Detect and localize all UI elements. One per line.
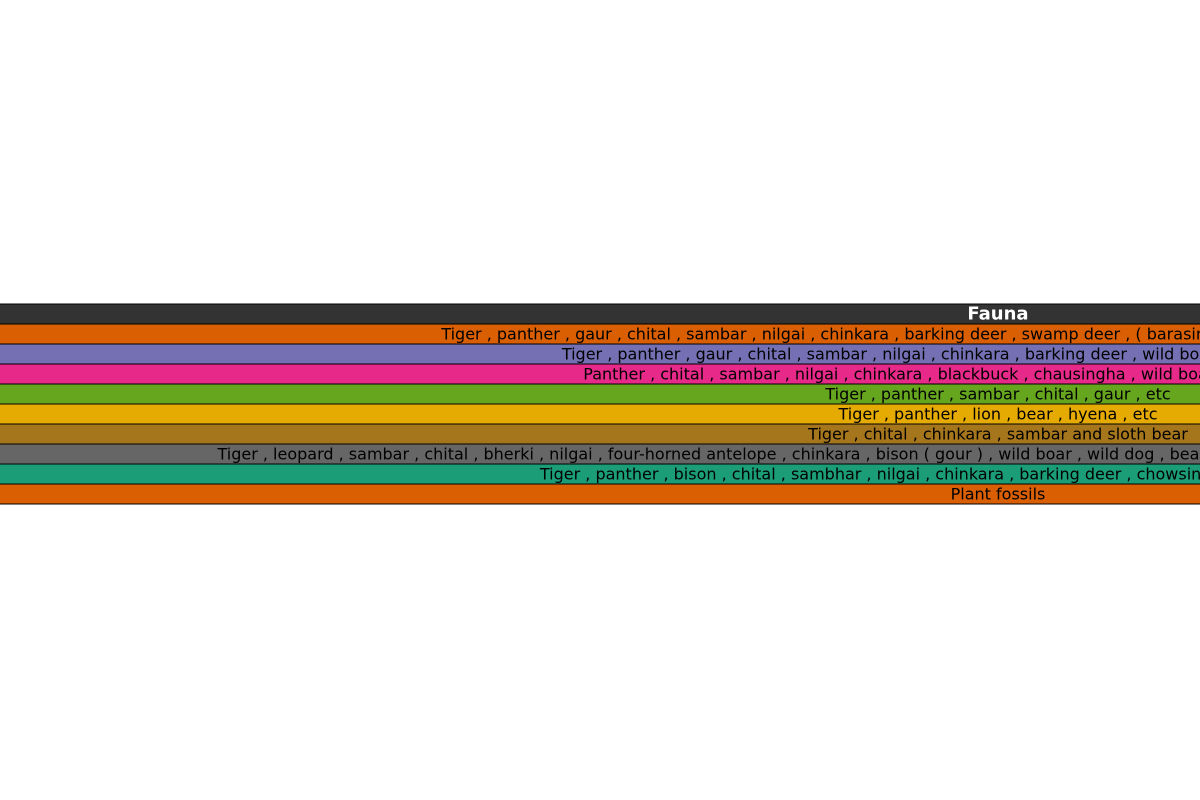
table-cell-8: Tiger , panther , bison , chital , sambh… [539, 465, 1200, 484]
table-cell-6: Tiger , chital , chinkara , sambar and s… [807, 425, 1188, 444]
table-cell-3: Panther , chital , sambar , nilgai , chi… [583, 365, 1200, 384]
fauna-table: FaunaTiger , panther , gaur , chital , s… [0, 303, 1200, 505]
header-label: Fauna [967, 304, 1028, 325]
table-cell-4: Tiger , panther , sambar , chital , gaur… [824, 385, 1170, 404]
table-cell-7: Tiger , leopard , sambar , chital , bher… [216, 445, 1200, 464]
table-cell-2: Tiger , panther , gaur , chital , sambar… [561, 345, 1200, 364]
table-layer: FaunaTiger , panther , gaur , chital , s… [0, 303, 1200, 505]
table-cell-9: Plant fossils [951, 485, 1046, 504]
table-cell-1: Tiger , panther , gaur , chital , sambar… [440, 325, 1200, 344]
table-cell-5: Tiger , panther , lion , bear , hyena , … [837, 405, 1157, 424]
